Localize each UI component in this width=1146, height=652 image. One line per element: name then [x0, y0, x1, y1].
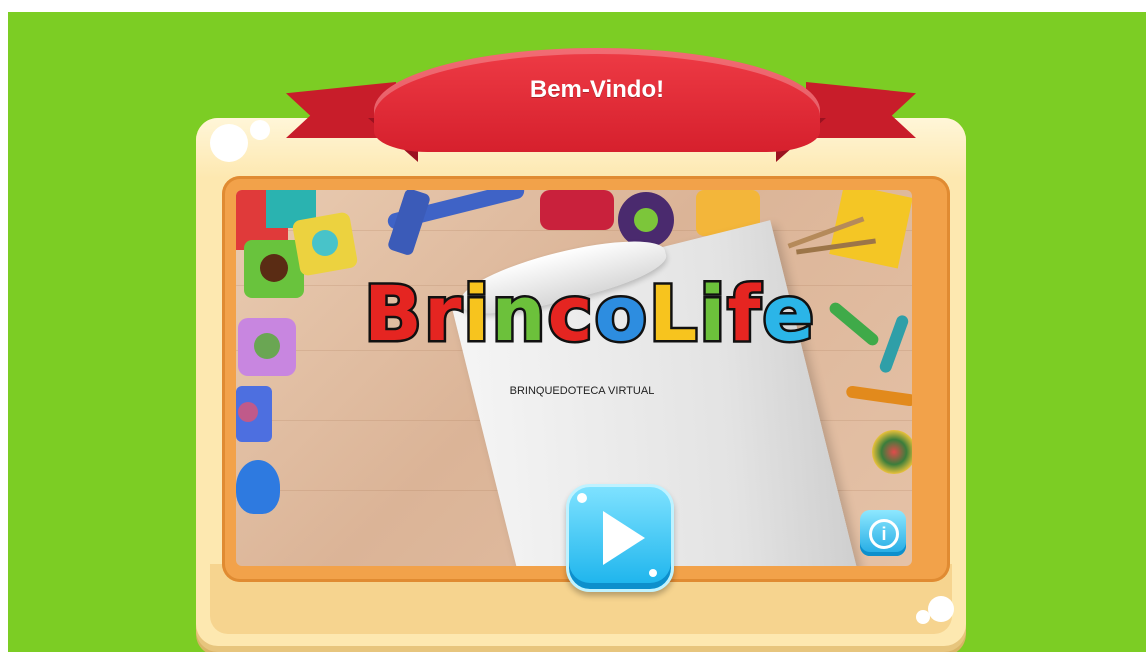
logo-letter: L: [646, 269, 700, 358]
toy-train: [540, 190, 614, 230]
puzzle-dot: [254, 333, 280, 359]
toy-car-blue: [236, 460, 280, 514]
crayon-green: [827, 300, 881, 348]
bubble-decoration: [210, 124, 248, 162]
game-subtitle: BRINQUEDOTECA VIRTUAL: [509, 385, 655, 397]
button-shine: [577, 493, 587, 503]
bubble-decoration: [916, 610, 930, 624]
logo-letter: f: [725, 269, 763, 358]
puzzle-dot: [260, 254, 288, 282]
logo-letter: c: [545, 269, 595, 358]
crayon-orange: [845, 385, 912, 407]
logo-letter: i: [461, 269, 492, 358]
play-icon: [603, 511, 645, 565]
toy-wheel-center: [634, 208, 658, 232]
logo-letter: r: [421, 269, 464, 358]
puzzle-dot: [238, 402, 258, 422]
bubble-decoration: [250, 120, 270, 140]
rubber-band-ball: [872, 430, 912, 474]
logo-letter: o: [592, 269, 649, 358]
welcome-title: Bem-Vindo!: [529, 76, 665, 103]
puzzle-dot: [312, 230, 338, 256]
info-button[interactable]: i: [860, 510, 906, 556]
button-shine: [649, 569, 657, 577]
logo-letter: B: [362, 269, 425, 358]
logo-letter: n: [489, 269, 548, 358]
crayon-teal: [878, 313, 910, 375]
logo-letter: i: [697, 269, 728, 358]
info-icon: i: [869, 519, 899, 549]
logo-letter: e: [760, 269, 817, 358]
bubble-decoration: [928, 596, 954, 622]
play-button[interactable]: [566, 484, 674, 592]
game-logo: BrincoLife: [360, 273, 820, 354]
